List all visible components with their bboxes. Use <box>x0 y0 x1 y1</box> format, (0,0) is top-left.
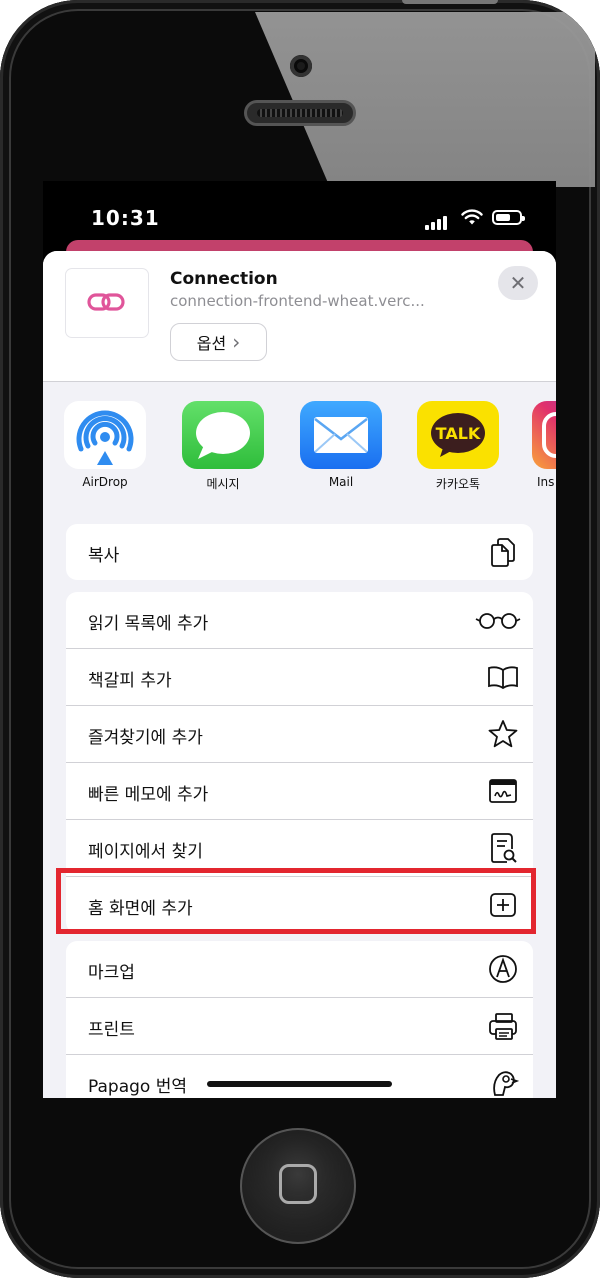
action-label: 복사 <box>88 546 120 566</box>
share-header: Connection connection-frontend-wheat.ver… <box>43 251 556 382</box>
mail-icon <box>300 401 382 469</box>
action-papago-translate[interactable]: Papago 번역 <box>66 1055 533 1098</box>
cellular-signal-icon <box>425 211 449 230</box>
action-label: 마크업 <box>88 963 135 983</box>
options-button[interactable]: 옵션 › <box>170 323 267 361</box>
share-apps-row: AirDrop 메시지 Mail TALK 카카오톡 Ins <box>43 401 556 496</box>
kakaotalk-icon: TALK <box>417 401 499 469</box>
action-group-copy: 복사 <box>66 524 533 580</box>
app-label: 메시지 <box>206 477 240 491</box>
action-add-bookmark[interactable]: 책갈피 추가 <box>66 649 533 706</box>
action-markup[interactable]: 마크업 <box>66 941 533 998</box>
glasses-icon <box>475 613 521 629</box>
earpiece-speaker <box>244 100 356 126</box>
app-label: Mail <box>328 475 354 489</box>
app-label: AirDrop <box>82 475 128 489</box>
options-label: 옵션 <box>196 334 227 353</box>
find-on-page-icon <box>491 833 517 863</box>
close-icon: ✕ <box>509 271 527 295</box>
share-app-messages[interactable]: 메시지 <box>181 401 265 492</box>
quick-note-icon <box>489 779 517 803</box>
share-title: Connection <box>170 269 278 289</box>
action-reading-list[interactable]: 읽기 목록에 추가 <box>66 592 533 649</box>
action-copy[interactable]: 복사 <box>66 524 533 580</box>
airdrop-icon <box>64 401 146 469</box>
share-app-airdrop[interactable]: AirDrop <box>63 401 147 489</box>
status-time: 10:31 <box>91 206 160 230</box>
site-thumbnail <box>66 269 148 337</box>
home-button[interactable] <box>240 1128 356 1244</box>
papago-icon <box>493 1071 519 1096</box>
book-icon <box>488 666 518 690</box>
instagram-icon <box>532 401 556 469</box>
messages-icon <box>182 401 264 469</box>
share-app-mail[interactable]: Mail <box>299 401 383 489</box>
action-quick-note[interactable]: 빠른 메모에 추가 <box>66 763 533 820</box>
action-label: 페이지에서 찾기 <box>88 842 203 862</box>
action-label: 즐겨찾기에 추가 <box>88 728 203 748</box>
action-add-favorites[interactable]: 즐겨찾기에 추가 <box>66 706 533 763</box>
close-button[interactable]: ✕ <box>498 266 538 300</box>
markup-icon <box>489 955 517 983</box>
phone-frame: 10:31 Connection connection-frontend-whe… <box>0 0 600 1278</box>
action-print[interactable]: 프린트 <box>66 998 533 1055</box>
action-label: 프린트 <box>88 1020 135 1040</box>
share-app-instagram[interactable]: Ins <box>531 401 556 489</box>
action-label: 책갈피 추가 <box>88 671 172 691</box>
share-sheet: Connection connection-frontend-wheat.ver… <box>43 251 556 1098</box>
action-label: Papago 번역 <box>88 1077 187 1097</box>
share-app-kakaotalk[interactable]: TALK 카카오톡 <box>416 401 500 492</box>
battery-icon <box>492 210 525 225</box>
action-group-more: 마크업 프린트 Papago 번역 <box>66 941 533 1098</box>
highlight-box <box>56 868 536 934</box>
link-logo-icon <box>87 293 125 311</box>
chevron-right-icon: › <box>232 330 241 354</box>
printer-icon <box>489 1013 517 1040</box>
front-camera <box>290 55 312 77</box>
share-url: connection-frontend-wheat.verc... <box>170 292 425 310</box>
wifi-icon <box>461 209 483 225</box>
app-label: 카카오톡 <box>435 477 481 491</box>
home-indicator[interactable] <box>207 1081 392 1087</box>
action-label: 빠른 메모에 추가 <box>88 785 209 805</box>
action-label: 읽기 목록에 추가 <box>88 614 209 634</box>
kakaotalk-badge-text: TALK <box>435 424 481 443</box>
screen: 10:31 Connection connection-frontend-whe… <box>43 181 556 1098</box>
star-icon <box>488 720 518 748</box>
copy-icon <box>491 538 515 567</box>
power-button <box>402 0 498 4</box>
app-label: Ins <box>537 475 555 489</box>
